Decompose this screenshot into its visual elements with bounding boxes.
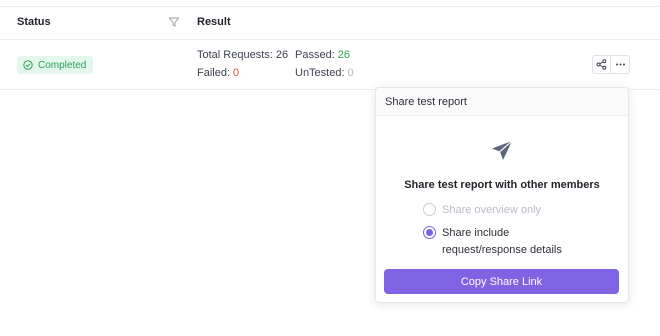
paper-plane-icon	[489, 138, 515, 164]
column-header-status: Status	[17, 16, 51, 28]
failed-count: Failed: 0	[197, 67, 239, 79]
copy-share-link-button[interactable]: Copy Share Link	[384, 269, 619, 294]
more-icon	[615, 59, 626, 70]
table-row: Completed Total Requests: 26 Passed: 26 Fa…	[0, 40, 660, 90]
failed-label: Failed:	[197, 67, 231, 79]
share-details-option[interactable]: Share include request/response details	[423, 225, 582, 259]
share-report-popover: Share test report Share test report with…	[375, 87, 629, 303]
status-badge-label: Completed	[38, 59, 87, 71]
total-requests-value: 26	[275, 49, 289, 61]
more-button[interactable]	[611, 55, 630, 74]
failed-value: 0	[233, 67, 240, 79]
popover-header: Share test report	[376, 88, 628, 116]
passed-value: 26	[337, 49, 350, 61]
share-overview-label: Share overview only	[442, 204, 542, 216]
popover-title: Share test report with other members	[404, 179, 600, 191]
test-reports-page: Status Result Completed Total Requests: 2…	[0, 0, 660, 336]
popover-header-label: Share test report	[385, 95, 467, 108]
check-circle-icon	[23, 60, 33, 70]
column-header-result: Result	[197, 16, 231, 28]
table-header: Status Result	[0, 7, 660, 40]
radio-share-details[interactable]	[423, 226, 436, 239]
share-icon	[596, 59, 607, 70]
filter-icon[interactable]	[168, 16, 180, 28]
passed-count: Passed: 26	[295, 49, 350, 61]
share-button[interactable]	[592, 55, 611, 74]
untested-label: UnTested:	[295, 67, 345, 79]
total-requests-label: Total Requests:	[197, 49, 273, 61]
share-details-label: Share include request/response details	[442, 227, 562, 256]
untested-count: UnTested: 0	[295, 67, 354, 79]
passed-label: Passed:	[295, 49, 335, 61]
untested-value: 0	[347, 67, 354, 79]
row-actions	[592, 55, 630, 74]
total-requests: Total Requests: 26	[197, 49, 288, 61]
radio-share-overview[interactable]	[423, 203, 436, 216]
status-badge: Completed	[17, 56, 94, 74]
share-overview-option[interactable]: Share overview only	[423, 202, 541, 219]
